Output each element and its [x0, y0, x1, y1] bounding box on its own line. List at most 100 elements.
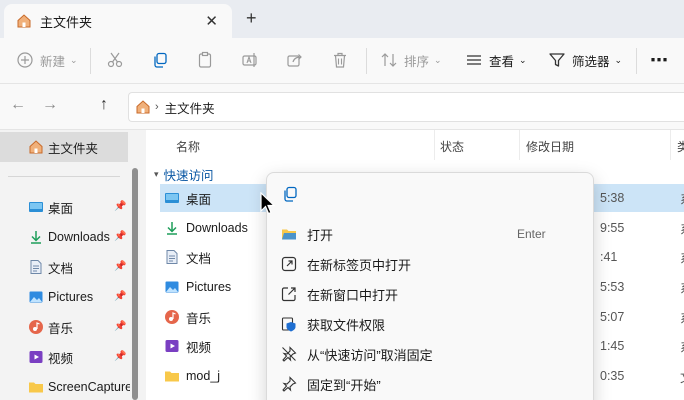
sort-button[interactable]: 排序 ⌄ — [380, 38, 442, 82]
home-icon — [135, 99, 151, 115]
column-header-name[interactable]: 名称 — [176, 138, 200, 155]
filter-label: 筛选器 — [572, 54, 610, 69]
menu-item-get-permission[interactable]: 获取文件权限 — [267, 309, 593, 339]
sidebar-item-label: 视频 — [48, 351, 74, 366]
menu-item-label: 获取文件权限 — [307, 317, 386, 333]
menu-item-open[interactable]: 打开 Enter — [267, 219, 593, 249]
scissors-icon — [106, 51, 124, 69]
sort-icon — [380, 51, 398, 69]
home-icon — [28, 139, 44, 155]
new-tab-button[interactable]: + — [246, 8, 257, 29]
sidebar-item-screencapture[interactable]: ScreenCapture — [28, 374, 130, 400]
music-icon — [28, 319, 44, 335]
menu-item-open-new-tab[interactable]: 在新标签页中打开 — [267, 249, 593, 279]
row-date: 5:38 — [600, 191, 625, 205]
pin-icon[interactable]: 📌 — [114, 351, 126, 362]
cut-button[interactable] — [106, 38, 124, 82]
view-button[interactable]: 查看 ⌄ — [465, 38, 527, 82]
group-header-quick-access[interactable]: ▾ 快速访问 — [154, 165, 214, 184]
column-header-status[interactable]: 状态 — [440, 138, 464, 155]
divider — [670, 130, 671, 160]
unpin-icon — [281, 346, 297, 362]
row-date: 5:53 — [600, 280, 625, 294]
tab-bar: 主文件夹 ✕ + — [0, 0, 684, 38]
chevron-down-icon: ⌄ — [519, 54, 527, 65]
command-bar: 新建 ⌄ 排序 ⌄ 查看 ⌄ 筛选器 ⌄ ⋯ — [0, 38, 684, 84]
breadcrumb-item[interactable]: 主文件夹 — [165, 98, 215, 117]
view-label: 查看 — [489, 54, 515, 69]
pin-icon[interactable]: 📌 — [114, 201, 126, 212]
paste-button[interactable] — [196, 38, 214, 82]
folder-icon — [28, 379, 44, 395]
breadcrumb-separator[interactable]: › — [155, 101, 159, 113]
clipboard-icon — [196, 51, 214, 69]
column-header-type[interactable]: 类 — [677, 138, 684, 155]
share-icon — [286, 51, 304, 69]
row-name: 文档 — [186, 251, 212, 266]
copy-icon[interactable] — [281, 185, 299, 203]
row-name: Downloads — [186, 221, 248, 235]
row-name: Pictures — [186, 280, 232, 294]
sidebar-item-label: Downloads — [48, 230, 110, 244]
video-icon — [164, 338, 180, 354]
forward-button[interactable]: → — [42, 96, 58, 114]
divider — [366, 48, 367, 74]
share-button[interactable] — [286, 38, 304, 82]
shortcut-label: Enter — [517, 227, 546, 241]
row-name: 视频 — [186, 340, 212, 355]
pin-icon[interactable]: 📌 — [114, 321, 126, 332]
sidebar-scrollbar[interactable] — [132, 168, 138, 400]
menu-item-label: 从“快速访问”取消固定 — [307, 347, 433, 363]
row-type: 系 — [680, 248, 684, 267]
sidebar-item-home[interactable]: 主文件夹 — [0, 132, 128, 162]
row-date: 1:45 — [600, 339, 625, 353]
chevron-down-icon: ⌄ — [70, 54, 78, 65]
delete-button[interactable] — [331, 38, 349, 82]
menu-item-unpin-quick-access[interactable]: 从“快速访问”取消固定 — [267, 339, 593, 369]
sidebar-item-label: 桌面 — [48, 201, 74, 216]
chevron-down-icon: ⌄ — [434, 54, 442, 65]
close-icon[interactable]: ✕ — [205, 12, 218, 30]
chevron-down-icon: ⌄ — [614, 54, 623, 65]
menu-item-open-new-window[interactable]: 在新窗口中打开 — [267, 279, 593, 309]
rename-button[interactable] — [241, 38, 259, 82]
sidebar-item-label: 文档 — [48, 261, 74, 276]
back-button[interactable]: ← — [10, 96, 26, 114]
row-type: 文 — [680, 367, 684, 386]
more-options-button[interactable]: ⋯ — [650, 38, 668, 82]
new-button[interactable]: 新建 ⌄ — [16, 38, 78, 82]
address-row: ← → ↑ › 主文件夹 — [0, 84, 684, 130]
copy-button[interactable] — [151, 38, 169, 82]
row-type: 系 — [680, 278, 684, 297]
navigation-pane: 主文件夹 桌面 📌 Downloads 📌 文档 📌 Pictures 📌 音乐… — [0, 130, 140, 400]
row-type: 系 — [680, 219, 684, 238]
mouse-cursor-icon — [260, 192, 276, 216]
divider — [519, 130, 520, 160]
tab-home[interactable]: 主文件夹 ✕ — [4, 4, 232, 38]
rename-icon — [241, 51, 259, 69]
sort-label: 排序 — [404, 54, 430, 69]
sidebar-item-label: 主文件夹 — [48, 141, 99, 156]
up-button[interactable]: ↑ — [100, 96, 108, 114]
sidebar-item-label: ScreenCapture — [48, 380, 130, 394]
menu-item-pin-start[interactable]: 固定到“开始” — [267, 369, 593, 399]
address-bar[interactable]: › 主文件夹 — [128, 92, 684, 122]
folder-open-icon — [281, 226, 297, 242]
column-header-modified[interactable]: 修改日期 — [526, 138, 574, 155]
filter-icon — [548, 51, 566, 69]
row-date: :41 — [600, 250, 618, 264]
new-tab-icon — [281, 256, 297, 272]
view-lines-icon — [465, 51, 483, 69]
download-icon — [28, 229, 44, 245]
pin-icon[interactable]: 📌 — [114, 231, 126, 242]
row-name: mod_j — [186, 369, 221, 383]
filter-button[interactable]: 筛选器 ⌄ — [548, 38, 622, 82]
pin-icon[interactable]: 📌 — [114, 291, 126, 302]
pin-icon[interactable]: 📌 — [114, 261, 126, 272]
copy-icon — [151, 51, 169, 69]
menu-item-label: 在新窗口中打开 — [307, 287, 399, 303]
shield-icon — [281, 316, 297, 332]
row-date: 9:55 — [600, 221, 625, 235]
menu-item-label: 固定到“开始” — [307, 377, 381, 393]
menu-item-label: 打开 — [307, 227, 334, 243]
